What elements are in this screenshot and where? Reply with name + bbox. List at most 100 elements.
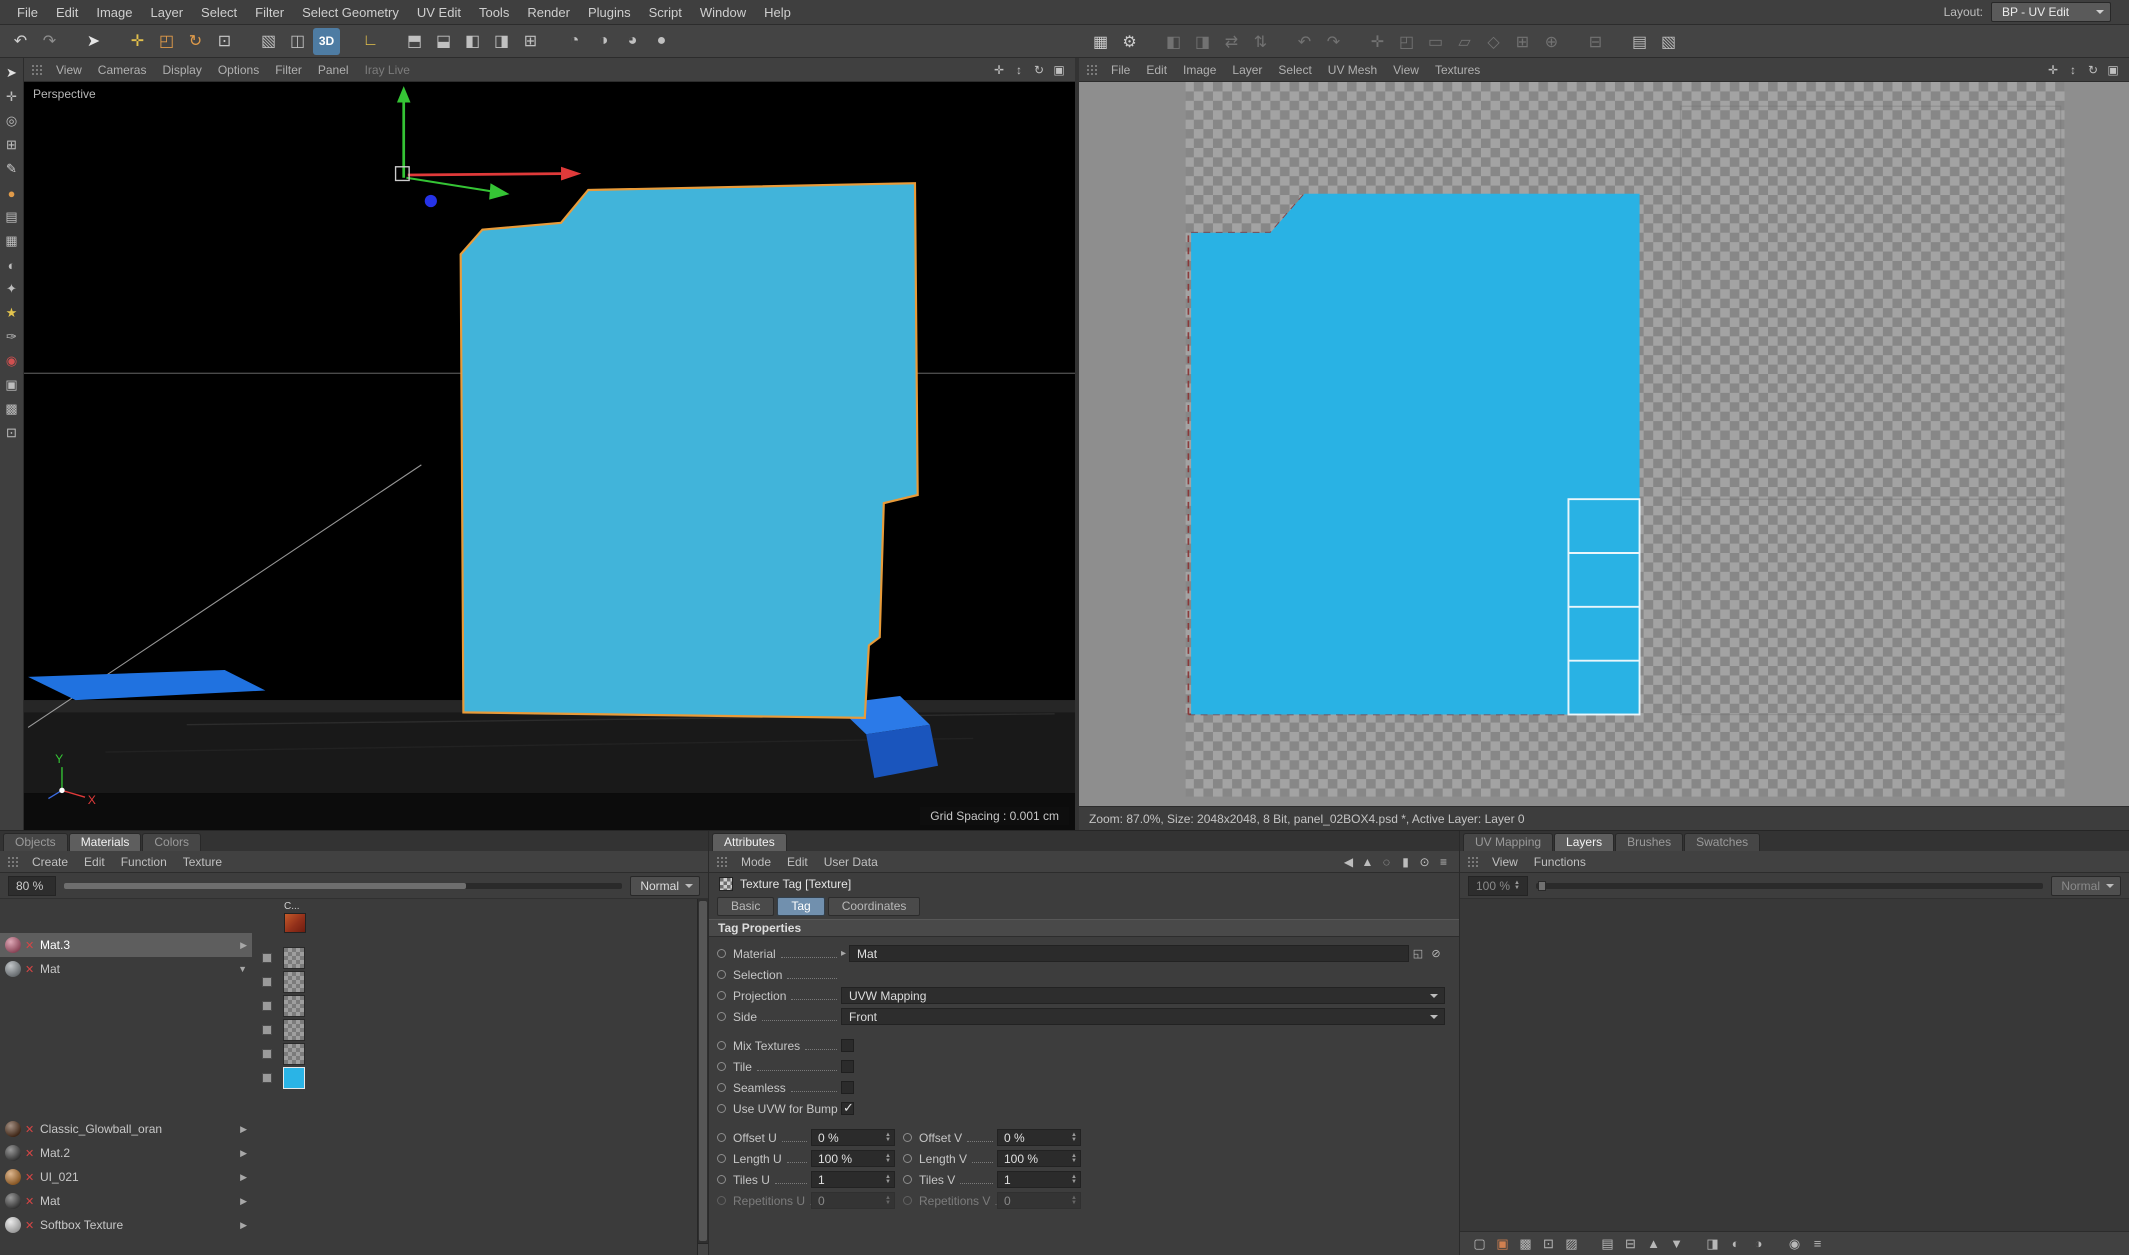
move-uv-icon[interactable]: ✛ <box>1364 28 1391 55</box>
visibility-toggle-icon[interactable]: ◉ <box>1784 1233 1805 1254</box>
material-link-expand-icon[interactable]: ▸ <box>841 948 846 959</box>
checkbox[interactable] <box>841 1081 854 1094</box>
anim-dot-icon[interactable] <box>717 1104 726 1113</box>
layers-tab[interactable]: UV Mapping <box>1463 833 1553 851</box>
materials-menu-item[interactable]: Create <box>24 855 76 869</box>
material-preview-sphere[interactable] <box>5 1145 21 1161</box>
channel-color-thumbnail[interactable] <box>284 913 306 933</box>
viewport-camera-label[interactable]: Perspective <box>33 87 96 101</box>
toggle-texture-panels-icon[interactable]: ▣ <box>2103 60 2123 80</box>
channel-texture-thumbnail[interactable] <box>283 995 305 1017</box>
stepper-field[interactable]: 1 <box>997 1171 1081 1188</box>
materials-menu-item[interactable]: Texture <box>175 855 230 869</box>
menubar-item[interactable]: Tools <box>470 0 518 25</box>
search-icon[interactable]: ◌ <box>1377 852 1396 871</box>
materials-menu-item[interactable]: Function <box>113 855 175 869</box>
material-name[interactable]: Mat.3 <box>40 938 240 952</box>
preview-size-value[interactable]: 80 % <box>8 876 56 896</box>
spinner-arrows-icon[interactable] <box>1071 1154 1077 1164</box>
menubar-item[interactable]: UV Edit <box>408 0 470 25</box>
anim-dot-icon[interactable] <box>717 1041 726 1050</box>
materials-tab[interactable]: Materials <box>69 833 142 851</box>
viewport-menu-item[interactable]: View <box>48 63 90 77</box>
texture-canvas[interactable] <box>1079 82 2129 806</box>
anim-dot-icon[interactable] <box>717 1083 726 1092</box>
lock-icon[interactable]: ▮ <box>1396 852 1415 871</box>
layers-list-area[interactable] <box>1460 899 2129 1231</box>
dodge-tool-icon[interactable]: ◐ <box>1 254 23 276</box>
fill-bucket-tool-icon[interactable]: ● <box>1 182 23 204</box>
zoom-texture-icon[interactable]: ↕ <box>2063 60 2083 80</box>
material-node-icon[interactable]: ◱ <box>1409 945 1427 962</box>
layer-options-icon[interactable]: ≡ <box>1807 1233 1828 1254</box>
paint-setup-wizard-icon[interactable]: ▧ <box>255 28 282 55</box>
dolly-view-icon[interactable]: ↕ <box>1009 60 1029 80</box>
anim-dot-icon[interactable] <box>717 1196 726 1205</box>
cube-front-icon[interactable]: ⬒ <box>401 28 428 55</box>
nav-up-icon[interactable]: ▲ <box>1358 852 1377 871</box>
rotate-uv-ccw-icon[interactable]: ↶ <box>1291 28 1318 55</box>
anim-dot-icon[interactable] <box>903 1175 912 1184</box>
channel-texture-thumbnail[interactable] <box>283 971 305 993</box>
pointer-tool-icon[interactable]: ➤ <box>1 62 23 84</box>
scrollbar-thumb[interactable] <box>699 901 707 1241</box>
select-layer-icon[interactable]: ▤ <box>1597 1233 1618 1254</box>
texture-x-icon[interactable] <box>25 1195 40 1208</box>
channel-visibility-icon[interactable] <box>262 1025 272 1035</box>
spinner-arrows-icon[interactable] <box>885 1196 891 1206</box>
material-row[interactable]: Mat.3 <box>0 933 252 957</box>
sparkle-tool-icon[interactable]: ✦ <box>1 278 23 300</box>
texture-menu-item[interactable]: Layer <box>1224 63 1270 77</box>
spinner-arrows-icon[interactable] <box>1071 1196 1077 1206</box>
panel-drag-handle-icon[interactable] <box>6 855 19 868</box>
layer-down-icon[interactable]: ▼ <box>1666 1233 1687 1254</box>
channel-visibility-icon[interactable] <box>262 1001 272 1011</box>
rectangle-uv-icon[interactable]: ▭ <box>1422 28 1449 55</box>
mirror-v-icon[interactable]: ◨ <box>1189 28 1216 55</box>
copy-layer-icon[interactable]: ⊡ <box>1538 1233 1559 1254</box>
layers-tab[interactable]: Layers <box>1554 833 1614 851</box>
viewport-menu-item[interactable]: Cameras <box>90 63 155 77</box>
attributes-menu-item[interactable]: Edit <box>779 855 816 869</box>
channel-texture-thumbnail[interactable] <box>283 1019 305 1041</box>
layers-tab[interactable]: Swatches <box>1684 833 1760 851</box>
anim-dot-icon[interactable] <box>903 1154 912 1163</box>
cube-back-icon[interactable]: ⬓ <box>430 28 457 55</box>
material-expand-icon[interactable] <box>240 1148 247 1159</box>
crop-tool-icon[interactable]: ⊡ <box>1 422 23 444</box>
material-row[interactable]: Mat.2 <box>0 1141 252 1165</box>
layer-up-icon[interactable]: ▲ <box>1643 1233 1664 1254</box>
material-name[interactable]: Softbox Texture <box>40 1218 240 1232</box>
nav-back-icon[interactable]: ◀ <box>1339 852 1358 871</box>
anim-dot-icon[interactable] <box>717 949 726 958</box>
adjustment-layer-icon[interactable]: ◐ <box>1725 1233 1746 1254</box>
menubar-item[interactable]: Layer <box>142 0 193 25</box>
texture-menu-item[interactable]: Select <box>1270 63 1319 77</box>
record-tool-icon[interactable]: ◉ <box>1 350 23 372</box>
menubar-item[interactable]: Help <box>755 0 800 25</box>
texture-uv-canvas[interactable] <box>1079 82 2129 806</box>
anim-dot-icon[interactable] <box>717 970 726 979</box>
ruler-icon[interactable]: ∟ <box>357 28 384 55</box>
cube-left-icon[interactable]: ◧ <box>459 28 486 55</box>
quad-uv-icon[interactable]: ▱ <box>1451 28 1478 55</box>
menubar-item[interactable]: Edit <box>47 0 87 25</box>
panel-drag-handle-icon[interactable] <box>30 63 43 76</box>
attributes-category-tab[interactable]: Tag <box>777 897 824 916</box>
layer-mask-icon[interactable]: ◨ <box>1702 1233 1723 1254</box>
scale-uv-icon[interactable]: ◰ <box>1393 28 1420 55</box>
anim-dot-icon[interactable] <box>717 1133 726 1142</box>
attributes-category-tab[interactable]: Basic <box>717 897 774 916</box>
material-expand-icon[interactable] <box>238 964 247 974</box>
pin-uv-icon[interactable]: ⊕ <box>1538 28 1565 55</box>
move-view-tool-icon[interactable]: ✛ <box>1 86 23 108</box>
viewport-menu-item[interactable]: Filter <box>267 63 310 77</box>
materials-tab[interactable]: Colors <box>142 833 201 851</box>
anim-dot-icon[interactable] <box>903 1196 912 1205</box>
spinner-arrows-icon[interactable] <box>885 1175 891 1185</box>
layers-blend-dropdown[interactable]: Normal <box>2051 876 2121 896</box>
pan-view-icon[interactable]: ✛ <box>989 60 1009 80</box>
material-row[interactable]: Mat <box>0 957 252 981</box>
spinner-arrows-icon[interactable] <box>1071 1175 1077 1185</box>
menubar-item[interactable]: Filter <box>246 0 293 25</box>
